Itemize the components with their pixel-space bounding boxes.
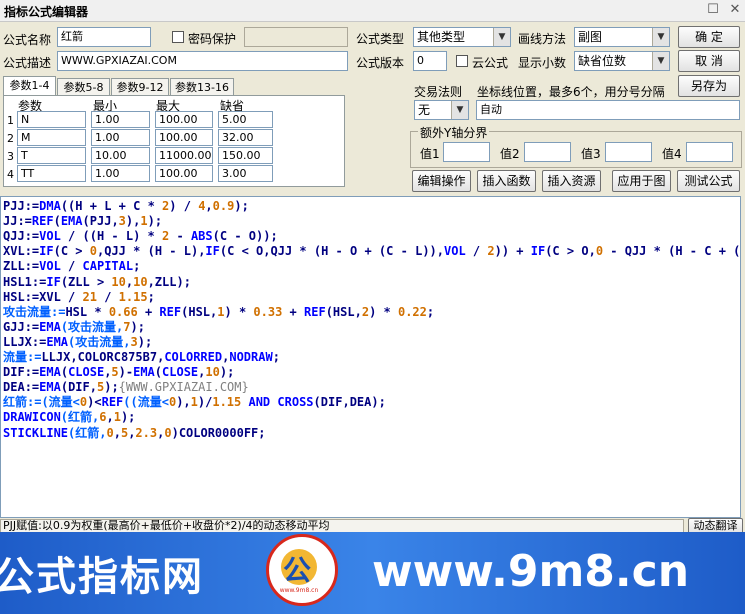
decimal-value: 缺省位数 — [578, 54, 627, 68]
code-line: GJJ:=EMA(攻击流量,7); — [3, 319, 145, 334]
coord-line-label: 坐标线位置，最多6个，用分号分隔 — [477, 85, 665, 99]
logo-ring-text: www.9m8.cn — [279, 587, 319, 594]
chevron-down-icon: ▼ — [652, 52, 669, 70]
formula-version-label: 公式版本 — [356, 56, 405, 70]
y-value-2-label: 值2 — [500, 147, 520, 161]
y-value-4-label: 值4 — [662, 147, 682, 161]
param-min-cell[interactable]: 1.00 — [91, 129, 150, 146]
code-line: 攻击流量:=HSL * 0.66 + REF(HSL,1) * 0.33 + R… — [3, 304, 435, 319]
draw-method-value: 副图 — [578, 30, 603, 44]
formula-desc-label: 公式描述 — [3, 56, 52, 70]
y-value-3-input[interactable] — [605, 142, 652, 162]
param-row-index: 1 — [7, 114, 14, 127]
cancel-button[interactable]: 取 消 — [678, 50, 740, 72]
param-max-cell[interactable]: 100.00 — [155, 129, 213, 146]
param-row-index: 4 — [7, 168, 14, 181]
window-title: 指标公式编辑器 — [4, 5, 89, 19]
draw-method-label: 画线方法 — [518, 32, 567, 46]
insert-resource-button[interactable]: 插入资源 — [542, 170, 601, 192]
code-line: HSL1:=IF(ZLL > 10,10,ZLL); — [3, 274, 191, 289]
password-input[interactable] — [244, 27, 348, 47]
code-line: HSL:=XVL / 21 / 1.15; — [3, 289, 155, 304]
code-line: DIF:=EMA(CLOSE,5)-EMA(CLOSE,10); — [3, 365, 235, 380]
close-icon[interactable]: ✕ — [728, 3, 742, 17]
save-as-button[interactable]: 另存为 — [678, 75, 740, 97]
test-formula-button[interactable]: 测试公式 — [677, 170, 740, 192]
formula-type-label: 公式类型 — [356, 32, 405, 46]
y-value-2-input[interactable] — [524, 142, 571, 162]
param-row-index: 3 — [7, 150, 14, 163]
y-value-1-input[interactable] — [443, 142, 490, 162]
trade-rule-label: 交易法则 — [414, 85, 463, 99]
extra-y-axis-label: 额外Y轴分界 — [418, 124, 490, 141]
password-checkbox[interactable] — [172, 31, 184, 43]
y-value-3-label: 值3 — [581, 147, 601, 161]
site-logo: 公 www.9m8.cn — [266, 534, 338, 606]
decimal-select[interactable]: 缺省位数 ▼ — [574, 51, 670, 71]
code-line: DEA:=EMA(DIF,5);{WWW.GPXIAZAI.COM} — [3, 380, 249, 395]
code-line: 红箭:=(流量<0)<REF((流量<0),1)/1.15 AND CROSS(… — [3, 395, 386, 410]
param-min-cell[interactable]: 1.00 — [91, 111, 150, 128]
chevron-down-icon: ▼ — [451, 101, 468, 119]
formula-type-value: 其他类型 — [417, 30, 466, 44]
title-bar: 指标公式编辑器 ☐ ✕ — [0, 0, 745, 22]
code-line: JJ:=REF(EMA(PJJ,3),1); — [3, 214, 163, 229]
param-default-cell[interactable]: 3.00 — [218, 165, 273, 182]
param-row-index: 2 — [7, 132, 14, 145]
formula-name-label: 公式名称 — [3, 33, 52, 47]
formula-desc-input[interactable]: WWW.GPXIAZAI.COM — [57, 51, 348, 71]
watermark-banner: 公式指标网 公 www.9m8.cn www.9m8.cn — [0, 532, 745, 614]
param-max-cell[interactable]: 100.00 — [155, 111, 213, 128]
coord-line-input[interactable]: 自动 — [476, 100, 740, 120]
cloud-formula-label: 云公式 — [472, 56, 509, 70]
code-line: PJJ:=DMA((H + L + C * 2) / 4,0.9); — [3, 199, 249, 213]
code-line: DRAWICON(红箭,6,1); — [3, 410, 136, 425]
edit-operation-button[interactable]: 编辑操作 — [412, 170, 471, 192]
formula-name-input[interactable]: 红箭 — [57, 27, 151, 47]
code-line: LLJX:=EMA(攻击流量,3); — [3, 334, 153, 349]
param-max-cell[interactable]: 100.00 — [155, 165, 213, 182]
param-name-cell[interactable]: M — [17, 129, 86, 146]
chevron-down-icon: ▼ — [652, 28, 669, 46]
code-line: STICKLINE(红箭,0,5,2.3,0)COLOR0000FF; — [3, 425, 266, 440]
trade-rule-select[interactable]: 无 ▼ — [414, 100, 469, 120]
param-name-cell[interactable]: T — [17, 147, 86, 164]
trade-rule-value: 无 — [418, 103, 431, 117]
tab-params-1-4[interactable]: 参数1-4 — [3, 76, 56, 96]
decimal-label: 显示小数 — [518, 56, 567, 70]
code-line: ZLL:=VOL / CAPITAL; — [3, 259, 141, 274]
param-name-cell[interactable]: N — [17, 111, 86, 128]
formula-version-input[interactable]: 0 — [413, 51, 447, 71]
code-line: 流量:=LLJX,COLORC875B7,COLORRED,NODRAW; — [3, 350, 280, 364]
logo-glyph: 公 — [283, 554, 312, 587]
tab-params-13-16[interactable]: 参数13-16 — [170, 78, 234, 96]
param-min-cell[interactable]: 10.00 — [91, 147, 150, 164]
code-line: QJJ:=VOL / ((H - L) * 2 - ABS(C - O)); — [3, 229, 278, 244]
param-min-cell[interactable]: 1.00 — [91, 165, 150, 182]
code-line: XVL:=IF(C > 0,QJJ * (H - L),IF(C < O,QJJ… — [3, 244, 741, 259]
param-default-cell[interactable]: 5.00 — [218, 111, 273, 128]
status-text: PJJ赋值:以0.9为权重(最高价+最低价+收盘价*2)/4的动态移动平均 — [0, 519, 684, 533]
param-max-cell[interactable]: 11000.00 — [155, 147, 213, 164]
chevron-down-icon: ▼ — [493, 28, 510, 46]
code-editor[interactable]: PJJ:=DMA((H + L + C * 2) / 4,0.9); JJ:=RE… — [0, 196, 741, 518]
banner-left-text: 公式指标网 — [0, 554, 204, 600]
ok-button[interactable]: 确 定 — [678, 26, 740, 48]
y-value-4-input[interactable] — [686, 142, 733, 162]
tab-params-9-12[interactable]: 参数9-12 — [111, 78, 169, 96]
apply-to-chart-button[interactable]: 应用于图 — [612, 170, 671, 192]
insert-function-button[interactable]: 插入函数 — [477, 170, 536, 192]
param-default-cell[interactable]: 32.00 — [218, 129, 273, 146]
maximize-icon[interactable]: ☐ — [706, 3, 720, 17]
param-name-cell[interactable]: TT — [17, 165, 86, 182]
draw-method-select[interactable]: 副图 ▼ — [574, 27, 670, 47]
formula-type-select[interactable]: 其他类型 ▼ — [413, 27, 511, 47]
param-default-cell[interactable]: 150.00 — [218, 147, 273, 164]
cloud-formula-checkbox[interactable] — [456, 55, 468, 67]
y-value-1-label: 值1 — [420, 147, 440, 161]
tab-params-5-8[interactable]: 参数5-8 — [57, 78, 110, 96]
password-label: 密码保护 — [188, 32, 237, 46]
banner-right-text: www.9m8.cn — [372, 546, 690, 597]
